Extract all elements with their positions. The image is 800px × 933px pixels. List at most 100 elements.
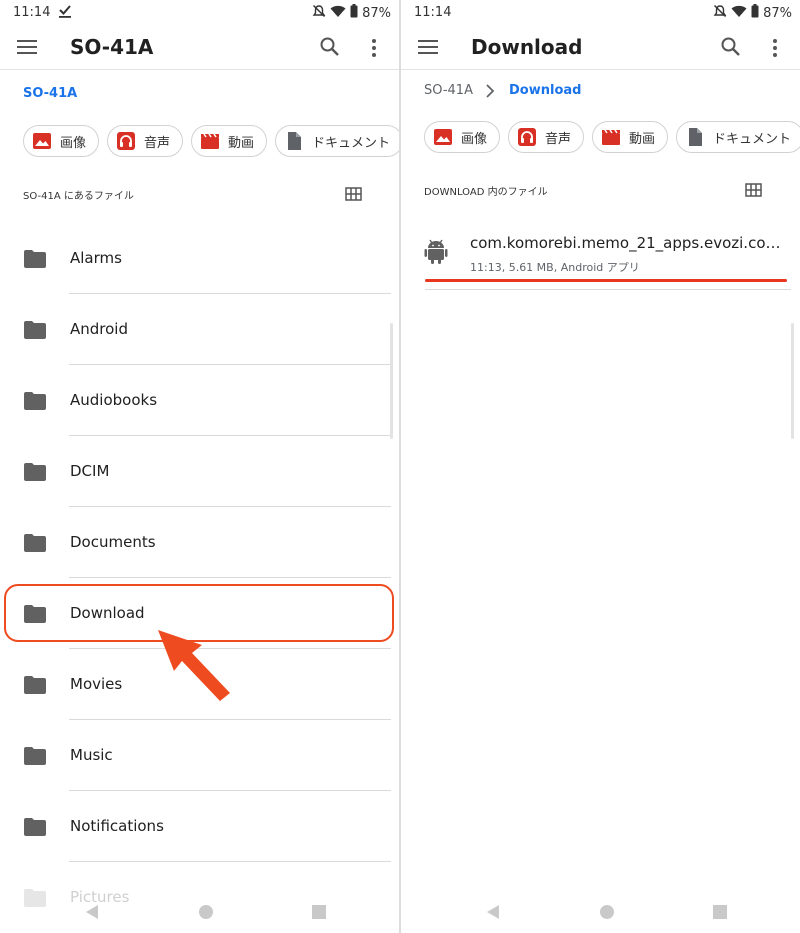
navigation-bar <box>0 897 399 933</box>
folder-name: Movies <box>70 675 123 693</box>
wifi-icon <box>731 5 747 22</box>
more-options-icon[interactable] <box>368 37 380 59</box>
highlight-underline <box>425 279 787 282</box>
right-screen: 11:14 87% Download SO-41A Download 画像 音声 <box>401 0 800 933</box>
menu-icon[interactable] <box>418 40 438 56</box>
list-item[interactable]: Android <box>0 294 399 365</box>
chip-label: 動画 <box>228 135 255 151</box>
chip-documents[interactable]: ドキュメント <box>676 121 800 153</box>
grid-view-icon[interactable] <box>345 186 362 201</box>
section-header: DOWNLOAD 内のファイル <box>424 187 548 198</box>
battery-icon <box>751 4 759 22</box>
chip-label: 動画 <box>629 131 656 147</box>
home-icon[interactable] <box>199 905 213 919</box>
image-icon <box>434 129 452 145</box>
chip-videos[interactable]: 動画 <box>191 125 268 157</box>
divider <box>425 289 791 290</box>
folder-icon <box>24 747 46 765</box>
battery-percent: 87% <box>362 5 391 21</box>
battery-percent: 87% <box>763 5 792 21</box>
chip-documents[interactable]: ドキュメント <box>275 125 399 157</box>
folder-name: Documents <box>70 533 156 551</box>
folder-icon <box>24 534 46 552</box>
folder-icon <box>24 818 46 836</box>
document-icon <box>689 128 703 146</box>
breadcrumb-current[interactable]: Download <box>509 83 581 98</box>
back-icon[interactable] <box>85 904 99 920</box>
recents-icon[interactable] <box>713 905 727 919</box>
battery-icon <box>350 4 358 22</box>
scrollbar[interactable] <box>390 323 393 439</box>
left-screen: 11:14 87% SO-41A SO-41A 画像 音声 動画 ドキュメント … <box>0 0 399 933</box>
back-icon[interactable] <box>486 904 500 920</box>
home-icon[interactable] <box>600 905 614 919</box>
mute-icon <box>312 4 326 22</box>
folder-name: Android <box>70 320 128 338</box>
headphones-icon <box>518 128 537 146</box>
page-title: Download <box>471 35 583 59</box>
breadcrumb-root[interactable]: SO-41A <box>23 86 77 101</box>
list-item[interactable]: Notifications <box>0 791 399 862</box>
folder-name: Notifications <box>70 817 164 835</box>
menu-icon[interactable] <box>17 40 37 56</box>
file-name: com.komorebi.memo_21_apps.evozi.com.apk <box>470 234 788 252</box>
folder-name: Audiobooks <box>70 391 158 409</box>
chip-audio[interactable]: 音声 <box>508 121 585 153</box>
download-done-icon <box>58 3 72 23</box>
list-item[interactable]: Music <box>0 720 399 791</box>
folder-icon <box>24 321 46 339</box>
section-header: SO-41A にあるファイル <box>23 191 134 202</box>
chip-videos[interactable]: 動画 <box>592 121 669 153</box>
file-meta: 11:13, 5.61 MB, Android アプリ <box>470 261 640 274</box>
app-bar: SO-41A <box>0 26 399 70</box>
folder-icon <box>24 676 46 694</box>
category-chips: 画像 音声 動画 ドキュメント <box>424 121 800 153</box>
page-title: SO-41A <box>70 35 154 59</box>
folder-name: DCIM <box>70 462 110 480</box>
chevron-right-icon <box>486 84 495 98</box>
folder-icon <box>24 463 46 481</box>
app-bar: Download <box>401 26 800 70</box>
folder-icon <box>24 392 46 410</box>
status-icons: 87% <box>713 4 792 22</box>
chip-images[interactable]: 画像 <box>23 125 100 157</box>
headphones-icon <box>117 132 136 150</box>
chip-label: 音声 <box>545 131 572 147</box>
status-bar: 11:14 87% <box>0 0 399 26</box>
search-icon[interactable] <box>720 36 742 58</box>
status-icons: 87% <box>312 4 391 22</box>
category-chips: 画像 音声 動画 ドキュメント <box>23 125 399 157</box>
android-icon <box>424 239 448 264</box>
status-time: 11:14 <box>414 5 452 20</box>
movie-icon <box>201 133 220 149</box>
chip-label: ドキュメント <box>312 135 391 151</box>
document-icon <box>288 132 302 150</box>
folder-list: Alarms Android Audiobooks DCIM Documents… <box>0 223 399 933</box>
mute-icon <box>713 4 727 22</box>
chip-label: 音声 <box>144 135 171 151</box>
scrollbar[interactable] <box>791 323 794 439</box>
search-icon[interactable] <box>319 36 341 58</box>
folder-icon <box>24 250 46 268</box>
grid-view-icon[interactable] <box>745 182 762 197</box>
pointer-arrow-icon <box>158 630 230 701</box>
status-bar: 11:14 87% <box>401 0 800 26</box>
list-item[interactable]: Alarms <box>0 223 399 294</box>
wifi-icon <box>330 5 346 22</box>
navigation-bar <box>401 897 800 933</box>
chip-label: 画像 <box>461 131 488 147</box>
folder-name: Alarms <box>70 249 122 267</box>
recents-icon[interactable] <box>312 905 326 919</box>
folder-name: Music <box>70 746 113 764</box>
breadcrumb-root[interactable]: SO-41A <box>424 83 473 98</box>
more-options-icon[interactable] <box>769 37 781 59</box>
movie-icon <box>602 129 621 145</box>
list-item[interactable]: DCIM <box>0 436 399 507</box>
list-item[interactable]: Audiobooks <box>0 365 399 436</box>
chip-images[interactable]: 画像 <box>424 121 501 153</box>
chip-label: ドキュメント <box>713 131 792 147</box>
list-item[interactable]: Documents <box>0 507 399 578</box>
chip-audio[interactable]: 音声 <box>107 125 184 157</box>
image-icon <box>33 133 51 149</box>
chip-label: 画像 <box>60 135 87 151</box>
